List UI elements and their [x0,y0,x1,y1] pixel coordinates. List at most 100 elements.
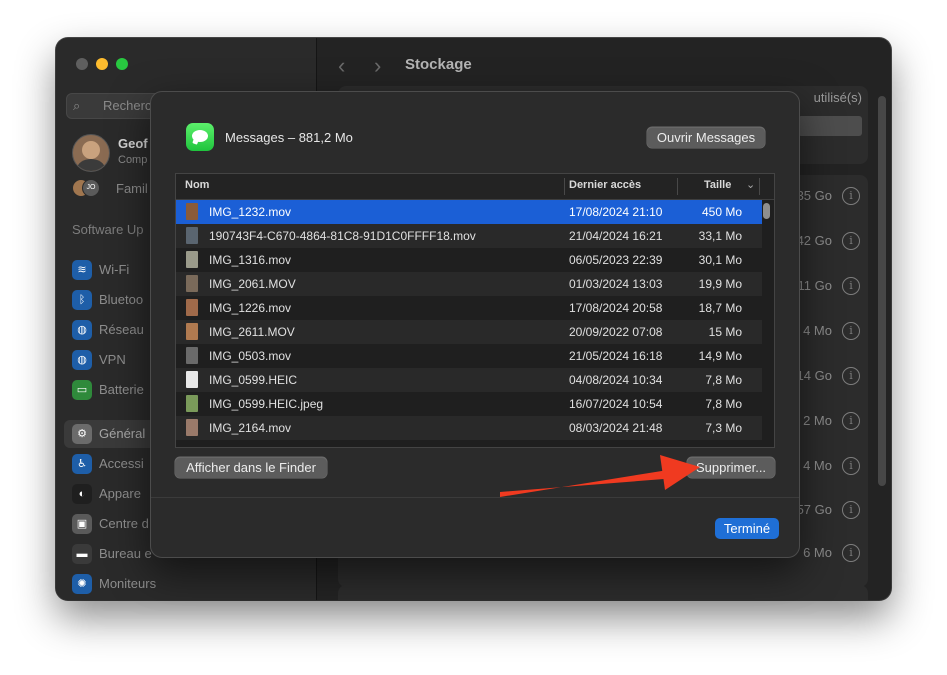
file-name-cell: IMG_2061.MOV [209,277,296,291]
search-icon: ⌕ [73,98,81,113]
file-name-cell: IMG_1316.mov [209,253,292,267]
file-name-cell: IMG_0599.HEIC.jpeg [209,397,324,411]
table-row[interactable]: IMG_2611.MOV 20/09/2022 07:08 15 Mo [176,320,762,344]
sidebar-item-label: Accessi [99,456,144,471]
scrollbar[interactable] [878,96,886,486]
file-name-cell: IMG_0503.mov [209,349,292,363]
table-row[interactable]: IMG_1226.mov 17/08/2024 20:58 18,7 Mo [176,296,762,320]
sidebar-item-label: Bluetoo [99,292,144,307]
globe-icon: ◍ [72,320,92,340]
zoom-window-button[interactable] [116,58,128,70]
size-cell: 33,1 Mo [698,229,742,243]
column-header-size[interactable]: Taille [704,179,731,191]
divider [151,497,799,498]
table-scrollbar[interactable] [763,203,770,219]
close-window-button[interactable] [76,58,88,70]
user-subtitle: Comp [118,154,148,166]
window-title: Stockage [405,56,472,73]
file-thumbnail-icon [186,347,198,364]
file-thumbnail-icon [186,395,198,412]
messages-storage-dialog: Messages – 881,2 Mo Ouvrir Messages Nom … [150,91,800,558]
last-access-cell: 04/08/2024 10:34 [569,373,663,387]
info-icon[interactable]: i [842,367,860,385]
battery-icon: ▭ [72,380,92,400]
size-cell: 7,8 Mo [705,397,742,411]
file-name-cell: IMG_2611.MOV [209,325,295,339]
sidebar-item-label: VPN [99,352,126,367]
file-thumbnail-icon [186,275,198,292]
info-icon[interactable]: i [842,457,860,475]
info-icon[interactable]: i [842,232,860,250]
size-cell: 7,3 Mo [705,421,742,435]
file-thumbnail-icon [186,419,198,436]
sidebar-item-label: Centre d [99,516,149,531]
family-icon: JO [72,179,106,197]
info-icon[interactable]: i [842,322,860,340]
table-row[interactable]: IMG_2164.mov 08/03/2024 21:48 7,3 Mo [176,416,762,440]
sidebar-item-label: Appare [99,486,141,501]
table-row[interactable]: IMG_2061.MOV 01/03/2024 13:03 19,9 Mo [176,272,762,296]
file-thumbnail-icon [186,251,198,268]
avatar[interactable] [72,134,110,172]
delete-button[interactable]: Supprimer... [687,457,775,478]
last-access-cell: 17/08/2024 20:58 [569,301,663,315]
size-cell: 15 Mo [708,325,742,339]
last-access-cell: 21/04/2024 16:21 [569,229,663,243]
table-row[interactable]: IMG_1316.mov 06/05/2023 22:39 30,1 Mo [176,248,762,272]
sidebar-item-label: Wi-Fi [99,262,130,277]
info-icon[interactable]: i [842,187,860,205]
column-header-name[interactable]: Nom [185,179,209,191]
last-access-cell: 06/05/2023 22:39 [569,253,663,267]
file-thumbnail-icon [186,323,198,340]
sidebar-item-label: Réseau [99,322,144,337]
last-access-cell: 16/07/2024 10:54 [569,397,663,411]
size-cell: 19,9 Mo [698,277,742,291]
info-icon[interactable]: i [842,544,860,562]
size-cell: 7,8 Mo [705,373,742,387]
file-name-cell: IMG_2164.mov [209,421,292,435]
file-thumbnail-icon [186,299,198,316]
info-icon[interactable]: i [842,277,860,295]
table-header: Nom Dernier accès Taille ⌄ [176,174,774,200]
table-row[interactable]: IMG_0599.HEIC 04/08/2024 10:34 7,8 Mo [176,368,762,392]
desktop-dock-icon: ▬ [72,544,92,564]
last-access-cell: 08/03/2024 21:48 [569,421,663,435]
file-name-cell: IMG_1226.mov [209,301,292,315]
sidebar-item-label: Moniteurs [99,576,157,591]
sidebar-item-software-update[interactable]: Software Up [72,222,144,237]
forward-button[interactable]: › [374,53,381,79]
bluetooth-icon: ᛒ [72,290,92,310]
table-row[interactable]: IMG_0599.HEIC.jpeg 16/07/2024 10:54 7,8 Mo [176,392,762,416]
last-access-cell: 21/05/2024 16:18 [569,349,663,363]
table-row[interactable]: IMG_1232.mov 17/08/2024 21:10 450 Mo [176,200,762,224]
user-name[interactable]: Geof [118,136,148,151]
back-button[interactable]: ‹ [338,53,345,79]
file-name-cell: IMG_0599.HEIC [209,373,298,387]
minimize-window-button[interactable] [96,58,108,70]
table-row[interactable]: IMG_0503.mov 21/05/2024 16:18 14,9 Mo [176,344,762,368]
sidebar-item-label: Bureau e [99,546,152,561]
sidebar-item-family[interactable]: Famil [116,181,148,196]
size-cell: 18,7 Mo [698,301,742,315]
show-in-finder-button[interactable]: Afficher dans le Finder [175,457,327,478]
info-icon[interactable]: i [842,501,860,519]
accessibility-icon: ♿ [72,454,92,474]
display-icon: ✺ [72,574,92,594]
column-header-last-access[interactable]: Dernier accès [569,179,641,191]
attachments-table: Nom Dernier accès Taille ⌄ IMG_1232.mov 1… [175,173,775,448]
size-cell: 14,9 Mo [698,349,742,363]
file-thumbnail-icon [186,203,198,220]
file-thumbnail-icon [186,371,198,388]
storage-usage-bar [798,116,862,136]
control-center-icon: ▣ [72,514,92,534]
last-access-cell: 01/03/2024 13:03 [569,277,663,291]
done-button[interactable]: Terminé [715,518,779,539]
sidebar-item-label: Batterie [99,382,144,397]
info-icon[interactable]: i [842,412,860,430]
open-messages-button[interactable]: Ouvrir Messages [647,127,765,148]
sidebar-item-display[interactable]: ✺ Moniteurs [72,572,312,598]
table-row[interactable]: 190743F4-C670-4864-81C8-91D1C0FFFF18.mov… [176,224,762,248]
storage-extra-panel [338,585,868,600]
dialog-title: Messages – 881,2 Mo [225,130,353,145]
sort-chevron-icon[interactable]: ⌄ [746,178,755,191]
